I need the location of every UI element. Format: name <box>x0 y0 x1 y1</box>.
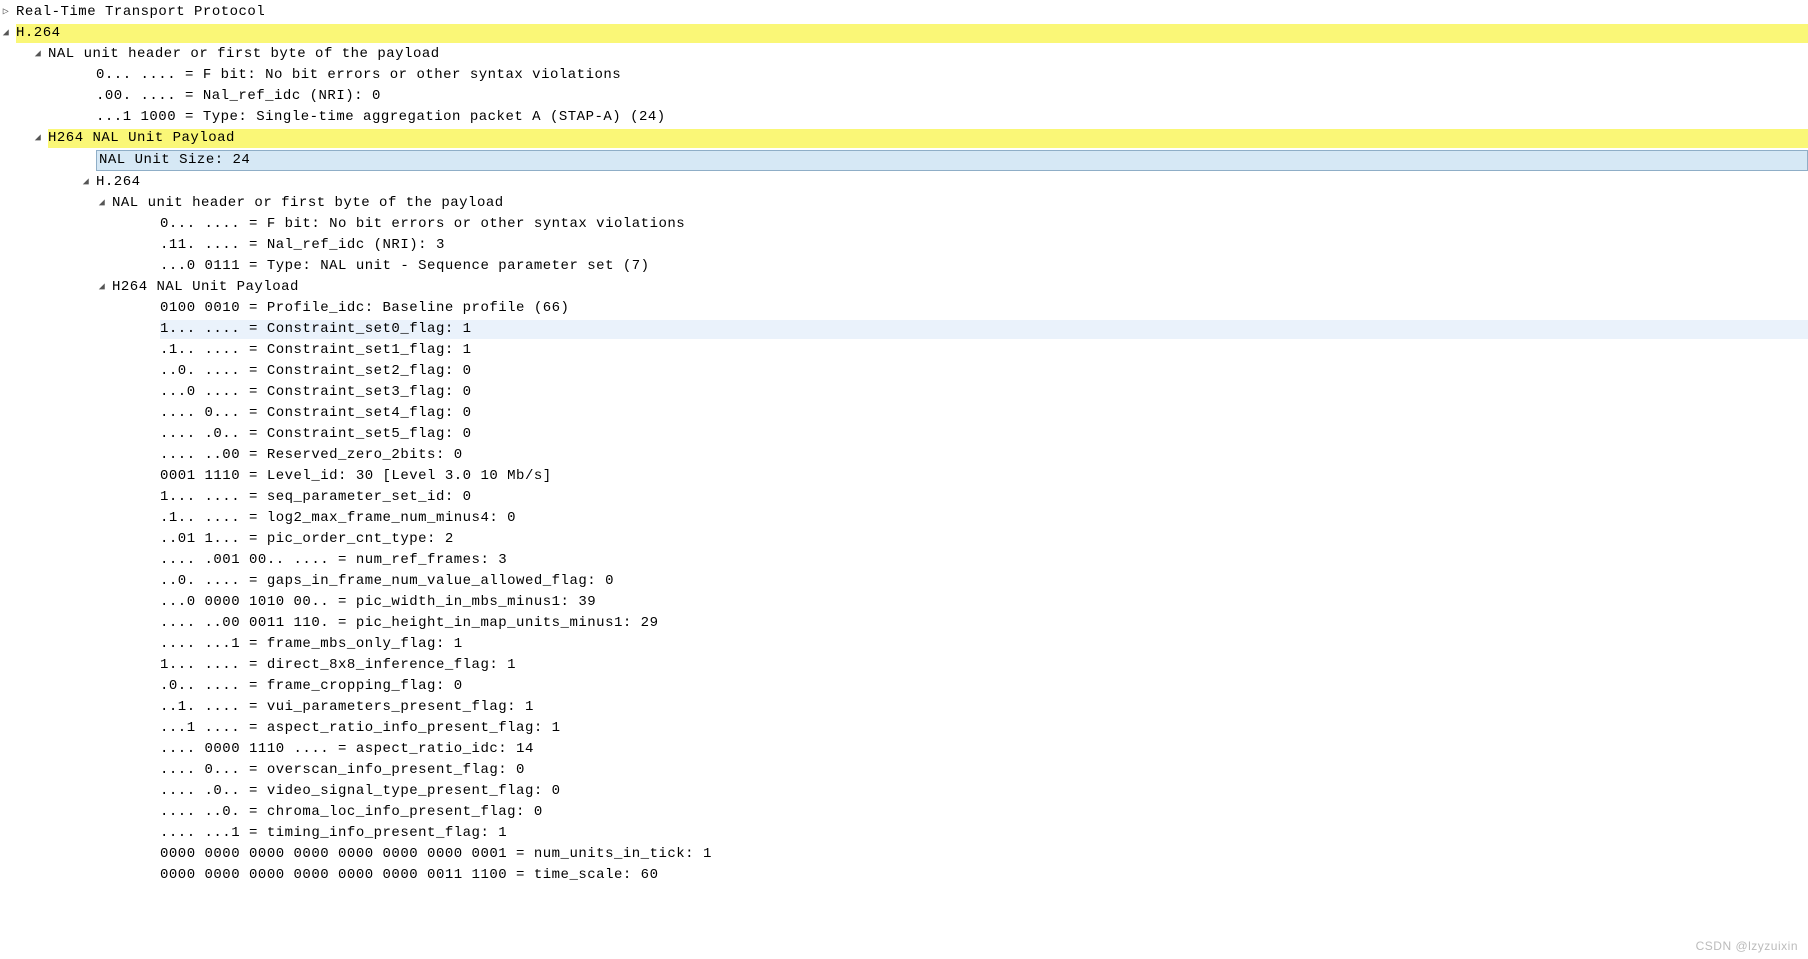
constraint-set1[interactable]: .1.. .... = Constraint_set1_flag: 1 <box>0 340 1808 361</box>
profile-idc[interactable]: 0100 0010 = Profile_idc: Baseline profil… <box>0 298 1808 319</box>
gaps-in-frame-num[interactable]: ..0. .... = gaps_in_frame_num_value_allo… <box>0 571 1808 592</box>
nri[interactable]: .00. .... = Nal_ref_idc (NRI): 0 <box>0 86 1808 107</box>
constraint-set3[interactable]: ...0 .... = Constraint_set3_flag: 0 <box>0 382 1808 403</box>
nal-payload-label: H264 NAL Unit Payload <box>48 129 1808 148</box>
vui-present[interactable]: ..1. .... = vui_parameters_present_flag:… <box>0 697 1808 718</box>
f-bit[interactable]: 0... .... = F bit: No bit errors or othe… <box>0 65 1808 86</box>
constraint-set0[interactable]: 1... .... = Constraint_set0_flag: 1 <box>0 319 1808 340</box>
aspect-ratio-idc[interactable]: .... 0000 1110 .... = aspect_ratio_idc: … <box>0 739 1808 760</box>
watermark: CSDN @lzyzuixin <box>1696 939 1798 953</box>
h264-label: H.264 <box>16 24 1808 43</box>
nal-unit-size[interactable]: NAL Unit Size: 24 <box>0 149 1808 172</box>
log2-max-frame[interactable]: .1.. .... = log2_max_frame_num_minus4: 0 <box>0 508 1808 529</box>
aspect-ratio-info[interactable]: ...1 .... = aspect_ratio_info_present_fl… <box>0 718 1808 739</box>
type[interactable]: ...1 1000 = Type: Single-time aggregatio… <box>0 107 1808 128</box>
num-units-in-tick[interactable]: 0000 0000 0000 0000 0000 0000 0000 0001 … <box>0 844 1808 865</box>
constraint-set4[interactable]: .... 0... = Constraint_set4_flag: 0 <box>0 403 1808 424</box>
reserved-zero[interactable]: .... ..00 = Reserved_zero_2bits: 0 <box>0 445 1808 466</box>
inner-f-bit[interactable]: 0... .... = F bit: No bit errors or othe… <box>0 214 1808 235</box>
collapse-icon[interactable]: ◢ <box>96 278 108 297</box>
num-ref-frames[interactable]: .... .001 00.. .... = num_ref_frames: 3 <box>0 550 1808 571</box>
collapse-icon[interactable]: ◢ <box>32 129 44 148</box>
time-scale[interactable]: 0000 0000 0000 0000 0000 0000 0011 1100 … <box>0 865 1808 886</box>
direct-8x8[interactable]: 1... .... = direct_8x8_inference_flag: 1 <box>0 655 1808 676</box>
video-signal-type[interactable]: .... .0.. = video_signal_type_present_fl… <box>0 781 1808 802</box>
chroma-loc-info[interactable]: .... ..0. = chroma_loc_info_present_flag… <box>0 802 1808 823</box>
timing-info[interactable]: .... ...1 = timing_info_present_flag: 1 <box>0 823 1808 844</box>
expand-icon[interactable]: ▷ <box>0 3 12 22</box>
pic-order-cnt[interactable]: ..01 1... = pic_order_cnt_type: 2 <box>0 529 1808 550</box>
packet-details-tree[interactable]: ▷ Real-Time Transport Protocol ◢ H.264 ◢… <box>0 0 1808 888</box>
inner-nal-header[interactable]: ◢ NAL unit header or first byte of the p… <box>0 193 1808 214</box>
pic-width[interactable]: ...0 0000 1010 00.. = pic_width_in_mbs_m… <box>0 592 1808 613</box>
h264-node[interactable]: ◢ H.264 <box>0 23 1808 44</box>
inner-h264[interactable]: ◢ H.264 <box>0 172 1808 193</box>
collapse-icon[interactable]: ◢ <box>80 173 92 192</box>
pic-height[interactable]: .... ..00 0011 110. = pic_height_in_map_… <box>0 613 1808 634</box>
constraint-set2[interactable]: ..0. .... = Constraint_set2_flag: 0 <box>0 361 1808 382</box>
inner-nri[interactable]: .11. .... = Nal_ref_idc (NRI): 3 <box>0 235 1808 256</box>
overscan-info[interactable]: .... 0... = overscan_info_present_flag: … <box>0 760 1808 781</box>
level-id[interactable]: 0001 1110 = Level_id: 30 [Level 3.0 10 M… <box>0 466 1808 487</box>
constraint-set5[interactable]: .... .0.. = Constraint_set5_flag: 0 <box>0 424 1808 445</box>
nal-payload[interactable]: ◢ H264 NAL Unit Payload <box>0 128 1808 149</box>
nal-header[interactable]: ◢ NAL unit header or first byte of the p… <box>0 44 1808 65</box>
inner-type[interactable]: ...0 0111 = Type: NAL unit - Sequence pa… <box>0 256 1808 277</box>
sps-id[interactable]: 1... .... = seq_parameter_set_id: 0 <box>0 487 1808 508</box>
frame-mbs-only[interactable]: .... ...1 = frame_mbs_only_flag: 1 <box>0 634 1808 655</box>
collapse-icon[interactable]: ◢ <box>0 24 12 43</box>
collapse-icon[interactable]: ◢ <box>32 45 44 64</box>
rtp-label: Real-Time Transport Protocol <box>16 3 265 22</box>
rtp-node[interactable]: ▷ Real-Time Transport Protocol <box>0 2 1808 23</box>
frame-cropping[interactable]: .0.. .... = frame_cropping_flag: 0 <box>0 676 1808 697</box>
collapse-icon[interactable]: ◢ <box>96 194 108 213</box>
inner-nal-payload[interactable]: ◢ H264 NAL Unit Payload <box>0 277 1808 298</box>
nal-header-label: NAL unit header or first byte of the pay… <box>48 45 440 64</box>
